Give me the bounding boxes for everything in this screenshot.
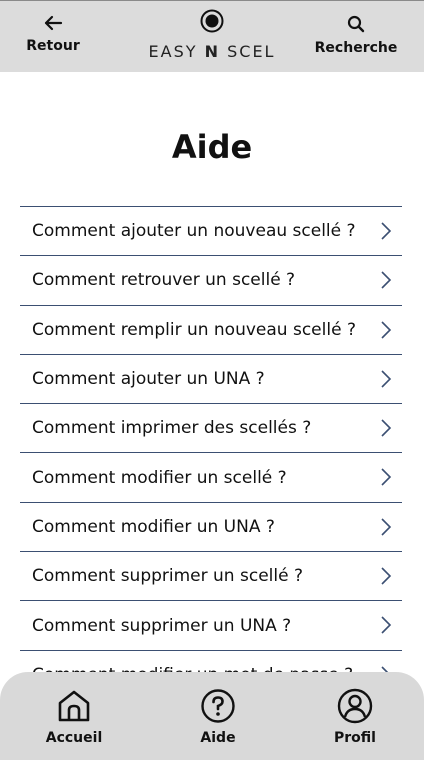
- bottom-nav: Accueil Aide Profil: [0, 672, 424, 760]
- chevron-right-icon: [380, 566, 392, 591]
- help-screen: Retour EASY N SCEL Recherche Aide Commen…: [0, 0, 424, 760]
- search-icon: [347, 15, 365, 37]
- search-label: Recherche: [314, 40, 398, 56]
- faq-question: Comment modifier un UNA ?: [32, 516, 275, 537]
- chevron-right-icon: [380, 467, 392, 492]
- faq-question: Comment imprimer des scellés ?: [32, 418, 312, 439]
- chevron-right-icon: [380, 320, 392, 345]
- faq-question: Comment modifier un scellé ?: [32, 467, 287, 488]
- faq-question: Comment ajouter un nouveau scellé ?: [32, 221, 356, 242]
- chevron-right-icon: [380, 221, 392, 246]
- back-label: Retour: [26, 38, 80, 54]
- arrow-left-icon: [43, 15, 63, 35]
- faq-item[interactable]: Comment supprimer un UNA ?: [20, 601, 402, 651]
- back-button[interactable]: Retour: [26, 15, 80, 54]
- nav-help[interactable]: Aide: [188, 688, 248, 746]
- logo-word-easy: EASY: [148, 42, 198, 61]
- home-icon: [56, 688, 92, 728]
- record-icon: [200, 9, 224, 37]
- faq-item[interactable]: Comment imprimer des scellés ?: [20, 404, 402, 454]
- search-button[interactable]: Recherche: [314, 15, 398, 56]
- chevron-right-icon: [380, 517, 392, 542]
- nav-home[interactable]: Accueil: [44, 688, 104, 746]
- faq-question: Comment supprimer un scellé ?: [32, 566, 303, 587]
- nav-profile-label: Profil: [334, 730, 376, 746]
- faq-list: Comment ajouter un nouveau scellé ? Comm…: [20, 206, 402, 700]
- chevron-right-icon: [380, 615, 392, 640]
- faq-question: Comment supprimer un UNA ?: [32, 615, 292, 636]
- user-icon: [337, 688, 373, 728]
- faq-question: Comment retrouver un scellé ?: [32, 270, 296, 291]
- nav-help-label: Aide: [200, 730, 236, 746]
- chevron-right-icon: [380, 369, 392, 394]
- help-icon: [200, 688, 236, 728]
- top-bar: Retour EASY N SCEL Recherche: [0, 0, 424, 72]
- nav-profile[interactable]: Profil: [325, 688, 385, 746]
- faq-item[interactable]: Comment remplir un nouveau scellé ?: [20, 306, 402, 355]
- faq-item[interactable]: Comment retrouver un scellé ?: [20, 256, 402, 306]
- faq-item[interactable]: Comment ajouter un UNA ?: [20, 355, 402, 405]
- page-title: Aide: [171, 128, 253, 166]
- faq-question: Comment ajouter un UNA ?: [32, 369, 265, 390]
- faq-question: Comment remplir un nouveau scellé ?: [32, 319, 356, 340]
- logo-text: EASY N SCEL: [149, 42, 276, 61]
- chevron-right-icon: [380, 418, 392, 443]
- logo-letter-n: N: [204, 42, 221, 61]
- nav-home-label: Accueil: [45, 730, 103, 746]
- faq-item[interactable]: Comment ajouter un nouveau scellé ?: [20, 207, 402, 257]
- app-logo: EASY N SCEL: [149, 9, 276, 61]
- faq-item[interactable]: Comment modifier un UNA ?: [20, 503, 402, 553]
- logo-word-scel: SCEL: [227, 42, 276, 61]
- faq-item[interactable]: Comment supprimer un scellé ?: [20, 552, 402, 602]
- chevron-right-icon: [380, 270, 392, 295]
- faq-item[interactable]: Comment modifier un scellé ?: [20, 453, 402, 503]
